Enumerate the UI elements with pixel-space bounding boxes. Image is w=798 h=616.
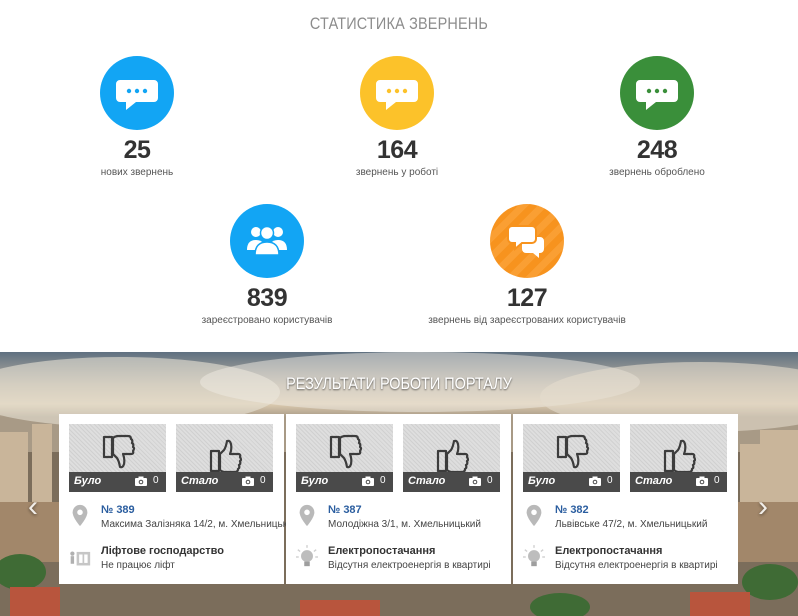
thumbs-down-icon: [100, 434, 136, 474]
statistics-section: СТАТИСТИКА ЗВЕРНЕНЬ 25 нових звернень 16…: [0, 0, 798, 352]
result-card[interactable]: Було 0 Стало 0 № 387 Молодіжна 3/1, м. Х…: [286, 414, 511, 584]
stat-value: 164: [376, 136, 418, 164]
stat-new-appeals: 25 нових звернень: [17, 56, 257, 178]
map-pin-icon: [69, 504, 91, 528]
appeal-address: Максима Залізняка 14/2, м. Хмельницький: [101, 519, 299, 530]
appeal-number-link[interactable]: № 382: [555, 504, 589, 516]
before-photo[interactable]: Було 0: [296, 424, 393, 492]
lift-icon: [69, 545, 91, 569]
chat-bubble-icon: [100, 56, 174, 130]
before-photo[interactable]: Було 0: [69, 424, 166, 492]
stat-label: звернень оброблено: [609, 167, 705, 178]
thumbs-up-icon: [207, 434, 243, 474]
chat-bubble-icon: [620, 56, 694, 130]
appeal-issue: Не працює ліфт: [101, 560, 175, 571]
stat-label: зареєстровано користувачів: [201, 315, 333, 326]
chat-bubble-icon: [360, 56, 434, 130]
thumbs-down-icon: [554, 434, 590, 474]
camera-icon: [362, 476, 374, 486]
before-label: Було: [301, 475, 329, 487]
after-photo[interactable]: Стало 0: [403, 424, 500, 492]
stat-registered-user-appeals: 127 звернень від зареєстрованих користув…: [407, 204, 647, 326]
appeal-category: Ліфтове господарство: [101, 545, 225, 557]
appeal-category: Електропостачання: [555, 545, 663, 557]
before-label: Було: [528, 475, 556, 487]
stat-in-progress: 164 звернень у роботі: [277, 56, 517, 178]
appeal-address: Львівське 47/2, м. Хмельницький: [555, 519, 708, 530]
stat-label: звернень від зареєстрованих користувачів: [428, 315, 626, 326]
photo-count: 0: [260, 475, 266, 486]
stat-label: звернень у роботі: [355, 167, 439, 178]
stat-value: 25: [123, 136, 151, 164]
appeal-number-link[interactable]: № 387: [328, 504, 362, 516]
photo-count: 0: [714, 475, 720, 486]
thumbs-up-icon: [434, 434, 470, 474]
portal-results-section: РЕЗУЛЬТАТИ РОБОТИ ПОРТАЛУ ‹ › Було 0 Ста…: [0, 352, 798, 616]
appeal-category: Електропостачання: [328, 545, 436, 557]
after-label: Стало: [181, 475, 219, 487]
after-label: Стало: [635, 475, 673, 487]
result-card[interactable]: Було 0 Стало 0 № 382 Львівське 47/2, м. …: [513, 414, 738, 584]
stat-value: 127: [506, 284, 548, 312]
appeal-address: Молодіжна 3/1, м. Хмельницький: [328, 519, 481, 530]
photo-count: 0: [607, 475, 613, 486]
camera-icon: [135, 476, 147, 486]
appeal-issue: Відсутня електроенергія в квартирі: [328, 560, 491, 571]
users-icon: [230, 204, 304, 278]
thumbs-down-icon: [327, 434, 363, 474]
photo-count: 0: [153, 475, 159, 486]
appeal-number-link[interactable]: № 389: [101, 504, 135, 516]
results-title: РЕЗУЛЬТАТИ РОБОТИ ПОРТАЛУ: [286, 374, 512, 393]
camera-icon: [696, 476, 708, 486]
stat-processed: 248 звернень оброблено: [537, 56, 777, 178]
after-label: Стало: [408, 475, 446, 487]
after-photo[interactable]: Стало 0: [630, 424, 727, 492]
stat-label: нових звернень: [100, 167, 174, 178]
map-pin-icon: [523, 504, 545, 528]
lightbulb-icon: [296, 545, 318, 569]
carousel-prev-arrow-icon[interactable]: ‹: [22, 490, 44, 524]
stat-registered-users: 839 зареєстровано користувачів: [147, 204, 387, 326]
before-label: Було: [74, 475, 102, 487]
photo-count: 0: [487, 475, 493, 486]
map-pin-icon: [296, 504, 318, 528]
photo-count: 0: [380, 475, 386, 486]
appeal-issue: Відсутня електроенергія в квартирі: [555, 560, 718, 571]
chat-bubbles-icon: [490, 204, 564, 278]
camera-icon: [589, 476, 601, 486]
statistics-title: СТАТИСТИКА ЗВЕРНЕНЬ: [309, 14, 489, 33]
carousel-next-arrow-icon[interactable]: ›: [752, 490, 774, 524]
after-photo[interactable]: Стало 0: [176, 424, 273, 492]
camera-icon: [469, 476, 481, 486]
lightbulb-icon: [523, 545, 545, 569]
camera-icon: [242, 476, 254, 486]
stat-value: 248: [636, 136, 678, 164]
result-card[interactable]: Було 0 Стало 0 № 389 Максима Залізняка 1…: [59, 414, 298, 584]
thumbs-up-icon: [661, 434, 697, 474]
before-photo[interactable]: Було 0: [523, 424, 620, 492]
stat-value: 839: [246, 284, 288, 312]
